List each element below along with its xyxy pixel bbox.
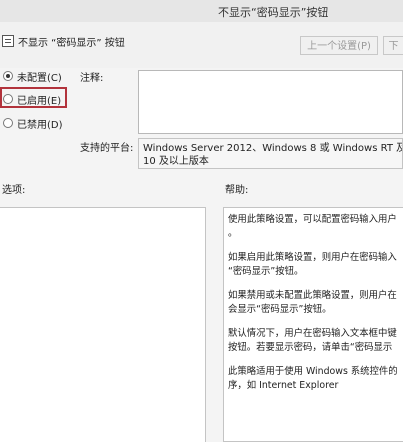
help-paragraph: 此策略适用于使用 Windows 系统控件的 序，如 Internet Explo… — [228, 366, 398, 391]
help-paragraph: 如果启用此策略设置，则用户在密码输入 “密码显示”按钮。 — [228, 252, 397, 277]
radio-label: 已禁用(D) — [17, 120, 63, 131]
comment-label: 注释: — [80, 73, 104, 84]
radio-label: 未配置(C) — [17, 73, 62, 84]
radio-button-icon[interactable] — [3, 71, 13, 81]
options-pane — [0, 207, 206, 442]
options-label: 选项: — [2, 185, 26, 196]
radio-button-icon[interactable] — [3, 118, 13, 128]
next-setting-button[interactable]: 下 — [383, 36, 403, 55]
previous-setting-button[interactable]: 上一个设置(P) — [300, 36, 378, 55]
window-titlebar: 不显示“密码显示”按钮 — [0, 0, 403, 23]
help-label: 帮助: — [225, 185, 249, 196]
comment-textarea[interactable] — [138, 70, 403, 134]
supported-platform-label: 支持的平台: — [80, 143, 134, 154]
window-title: 不显示“密码显示”按钮 — [218, 6, 329, 19]
help-pane: 使用此策略设置，可以配置密码输入用户。 如果启用此策略设置，则用户在密码输入 “密… — [223, 207, 403, 442]
supported-platform-field: Windows Server 2012、Windows 8 或 Windows … — [138, 138, 403, 169]
platform-line-1: Windows Server 2012、Windows 8 或 Windows … — [143, 143, 403, 154]
platform-line-2: 10 及以上版本 — [143, 156, 209, 167]
help-paragraph: 使用此策略设置，可以配置密码输入用户。 — [228, 214, 397, 239]
policy-name: 不显示 “密码显示” 按钮 — [18, 38, 125, 49]
help-paragraph: 如果禁用或未配置此策略设置，则用户在 会显示“密码显示”按钮。 — [228, 290, 397, 315]
help-paragraph: 默认情况下，用户在密码输入文本框中键 按钮。若要显示密码，请单击“密码显示 — [228, 328, 397, 353]
policy-setting-icon — [2, 35, 14, 47]
highlight-annotation-box — [0, 87, 67, 108]
